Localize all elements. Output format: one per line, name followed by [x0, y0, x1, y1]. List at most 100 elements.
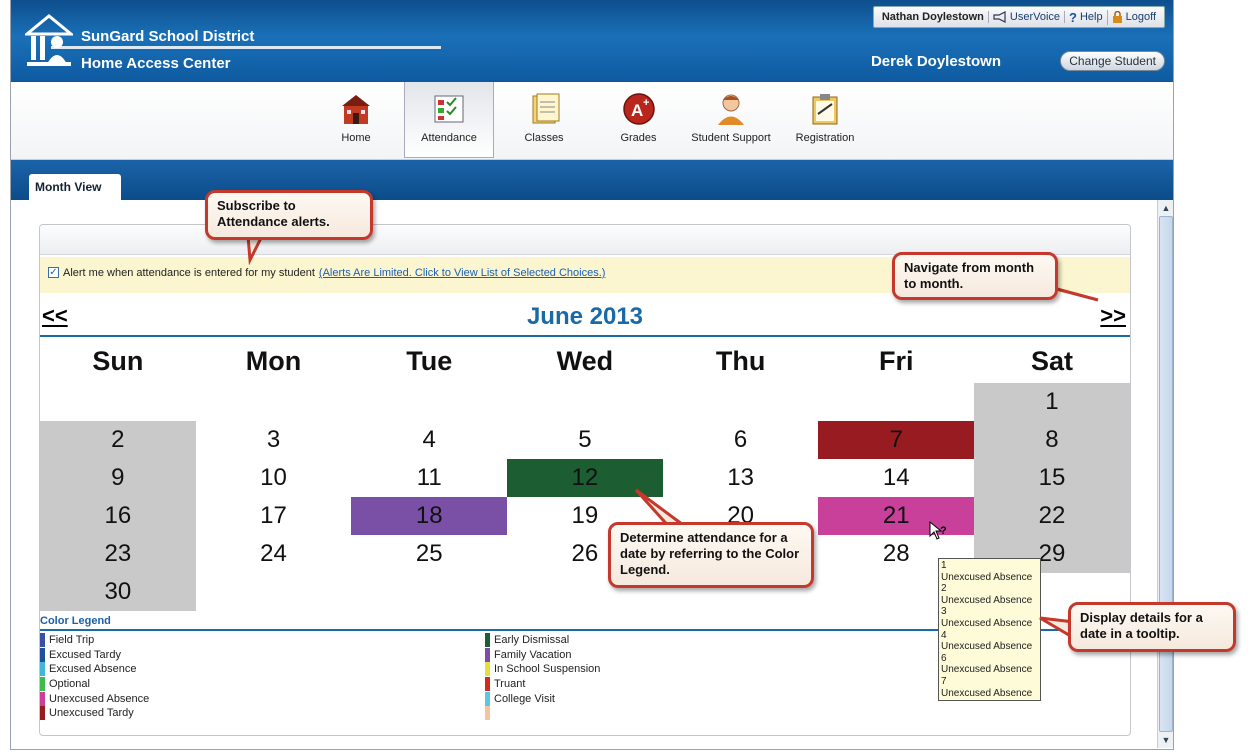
change-student-button[interactable]: Change Student: [1060, 51, 1165, 71]
day-cell-8[interactable]: 8: [974, 421, 1130, 459]
tooltip-line: 1: [941, 560, 947, 571]
day-cell-18[interactable]: 18: [351, 497, 508, 535]
legend-swatch: [40, 691, 45, 706]
tooltip-line: Unexcused Absence: [941, 617, 1033, 629]
header-divider: [51, 46, 441, 49]
uservoice-link[interactable]: UserVoice: [989, 11, 1066, 23]
help-label: Help: [1079, 11, 1103, 23]
clipboard-icon: [812, 94, 838, 125]
weekday-fri: Fri: [879, 346, 914, 376]
scroll-down-icon[interactable]: ▼: [1159, 733, 1173, 747]
legend-swatch: [40, 647, 45, 662]
svg-text:?: ?: [940, 525, 947, 537]
nav-label-classes: Classes: [524, 132, 564, 144]
legend-item: Family Vacation: [485, 647, 600, 663]
logoff-link[interactable]: Logoff: [1108, 11, 1160, 23]
legend-label: Family Vacation: [494, 648, 572, 661]
scroll-thumb[interactable]: [1159, 216, 1173, 732]
legend-left-column: Field Trip Excused Tardy Excused Absence Op…: [40, 633, 149, 721]
weekday-thu: Thu: [715, 346, 766, 376]
day-cell-25[interactable]: 25: [351, 535, 507, 573]
tab-month-view[interactable]: Month View: [29, 174, 121, 200]
day-cell-22[interactable]: 22: [974, 497, 1130, 535]
tab-bar: Month View: [11, 160, 1173, 200]
nav-label-home: Home: [341, 132, 371, 144]
next-month-link[interactable]: >>: [1100, 303, 1126, 329]
tooltip-callout: Display details for a date in a tooltip.: [1068, 602, 1236, 652]
weekday-sun: Sun: [92, 346, 144, 376]
alert-checkbox[interactable]: ✓: [48, 267, 59, 278]
day-cell-17[interactable]: 17: [196, 497, 352, 535]
scroll-up-icon[interactable]: ▲: [1159, 201, 1173, 215]
nav-label-grades: Grades: [620, 132, 657, 144]
day-cell-12[interactable]: 12: [507, 459, 663, 497]
legend-item: [485, 706, 600, 721]
legend-swatch: [40, 706, 45, 721]
legend-label: In School Suspension: [494, 663, 601, 676]
nav-item-attendance[interactable]: Attendance: [404, 82, 494, 158]
help-cursor-icon: ?: [929, 520, 947, 540]
legend-label: College Visit: [494, 692, 555, 705]
tooltip-line: 2: [941, 583, 947, 595]
legend-label: Optional: [49, 678, 90, 691]
legend-item: College Visit: [485, 691, 600, 706]
district-logo-icon: [25, 14, 73, 66]
attendance-chart-icon: [434, 95, 464, 123]
nav-item-registration[interactable]: Registration: [789, 82, 861, 158]
day-cell-30[interactable]: 30: [40, 573, 196, 611]
svg-text:+: +: [643, 97, 649, 109]
weekday-mon: Mon: [245, 346, 302, 376]
nav-item-home[interactable]: Home: [331, 82, 381, 158]
weekday-wed: Wed: [556, 346, 614, 376]
day-cell-7[interactable]: 7: [818, 421, 975, 459]
day-cell-1[interactable]: 1: [974, 383, 1130, 421]
megaphone-icon: [993, 11, 1006, 23]
determine-callout: Determine attendance for a date by refer…: [608, 522, 814, 588]
legend-item: Optional: [40, 677, 149, 692]
district-name: SunGard School District: [81, 28, 255, 45]
day-cell-11[interactable]: 11: [351, 459, 507, 497]
legend-swatch: [40, 662, 45, 677]
header-bar: SunGard School District Home Access Cent…: [11, 0, 1173, 82]
vertical-scrollbar[interactable]: ▲ ▼: [1157, 200, 1173, 748]
day-cell-24[interactable]: 24: [196, 535, 352, 573]
help-link[interactable]: ? Help: [1065, 9, 1108, 25]
day-cell-4[interactable]: 4: [351, 421, 507, 459]
legend-item: Excused Tardy: [40, 647, 149, 663]
tooltip-line: 6: [941, 652, 947, 664]
legend-label: Unexcused Absence: [49, 692, 150, 705]
day-cell-3[interactable]: 3: [196, 421, 352, 459]
day-cell-9[interactable]: 9: [40, 459, 196, 497]
legend-swatch: [485, 691, 490, 706]
legend-swatch: [40, 633, 45, 648]
notebook-icon: [532, 93, 560, 124]
nav-item-grades[interactable]: A + Grades: [611, 82, 666, 158]
day-cell-10[interactable]: 10: [196, 459, 352, 497]
student-name: Derek Doylestown: [870, 53, 1001, 70]
day-cell-16[interactable]: 16: [40, 497, 196, 535]
day-cell-6[interactable]: 6: [663, 421, 819, 459]
day-cell-5[interactable]: 5: [507, 421, 663, 459]
tooltip-line: Unexcused Absence: [941, 571, 1033, 583]
prev-month-link[interactable]: <<: [42, 303, 68, 329]
color-legend-title: Color Legend: [40, 615, 111, 627]
legend-label: Excused Tardy: [49, 648, 121, 661]
day-cell-23[interactable]: 23: [40, 535, 196, 573]
calendar-week-row: 1: [40, 383, 1130, 421]
nav-item-classes[interactable]: Classes: [509, 82, 579, 158]
month-divider: [40, 335, 1130, 337]
legend-swatch: [485, 677, 490, 692]
alert-label: Alert me when attendance is entered for …: [63, 267, 315, 279]
svg-text:A: A: [631, 101, 643, 120]
alert-choices-link[interactable]: (Alerts Are Limited. Click to View List …: [319, 267, 606, 279]
day-cell-2[interactable]: 2: [40, 421, 196, 459]
day-cell-21[interactable]: 21: [818, 497, 975, 535]
nav-item-student-support[interactable]: Student Support: [681, 82, 781, 158]
day-cell-14[interactable]: 14: [818, 459, 974, 497]
user-name: Nathan Doylestown: [878, 11, 989, 23]
day-cell-15[interactable]: 15: [974, 459, 1130, 497]
empty-day-cell: [196, 573, 352, 611]
empty-day-cell: [196, 383, 352, 421]
day-cell-13[interactable]: 13: [663, 459, 819, 497]
schoolhouse-icon: [342, 95, 370, 124]
